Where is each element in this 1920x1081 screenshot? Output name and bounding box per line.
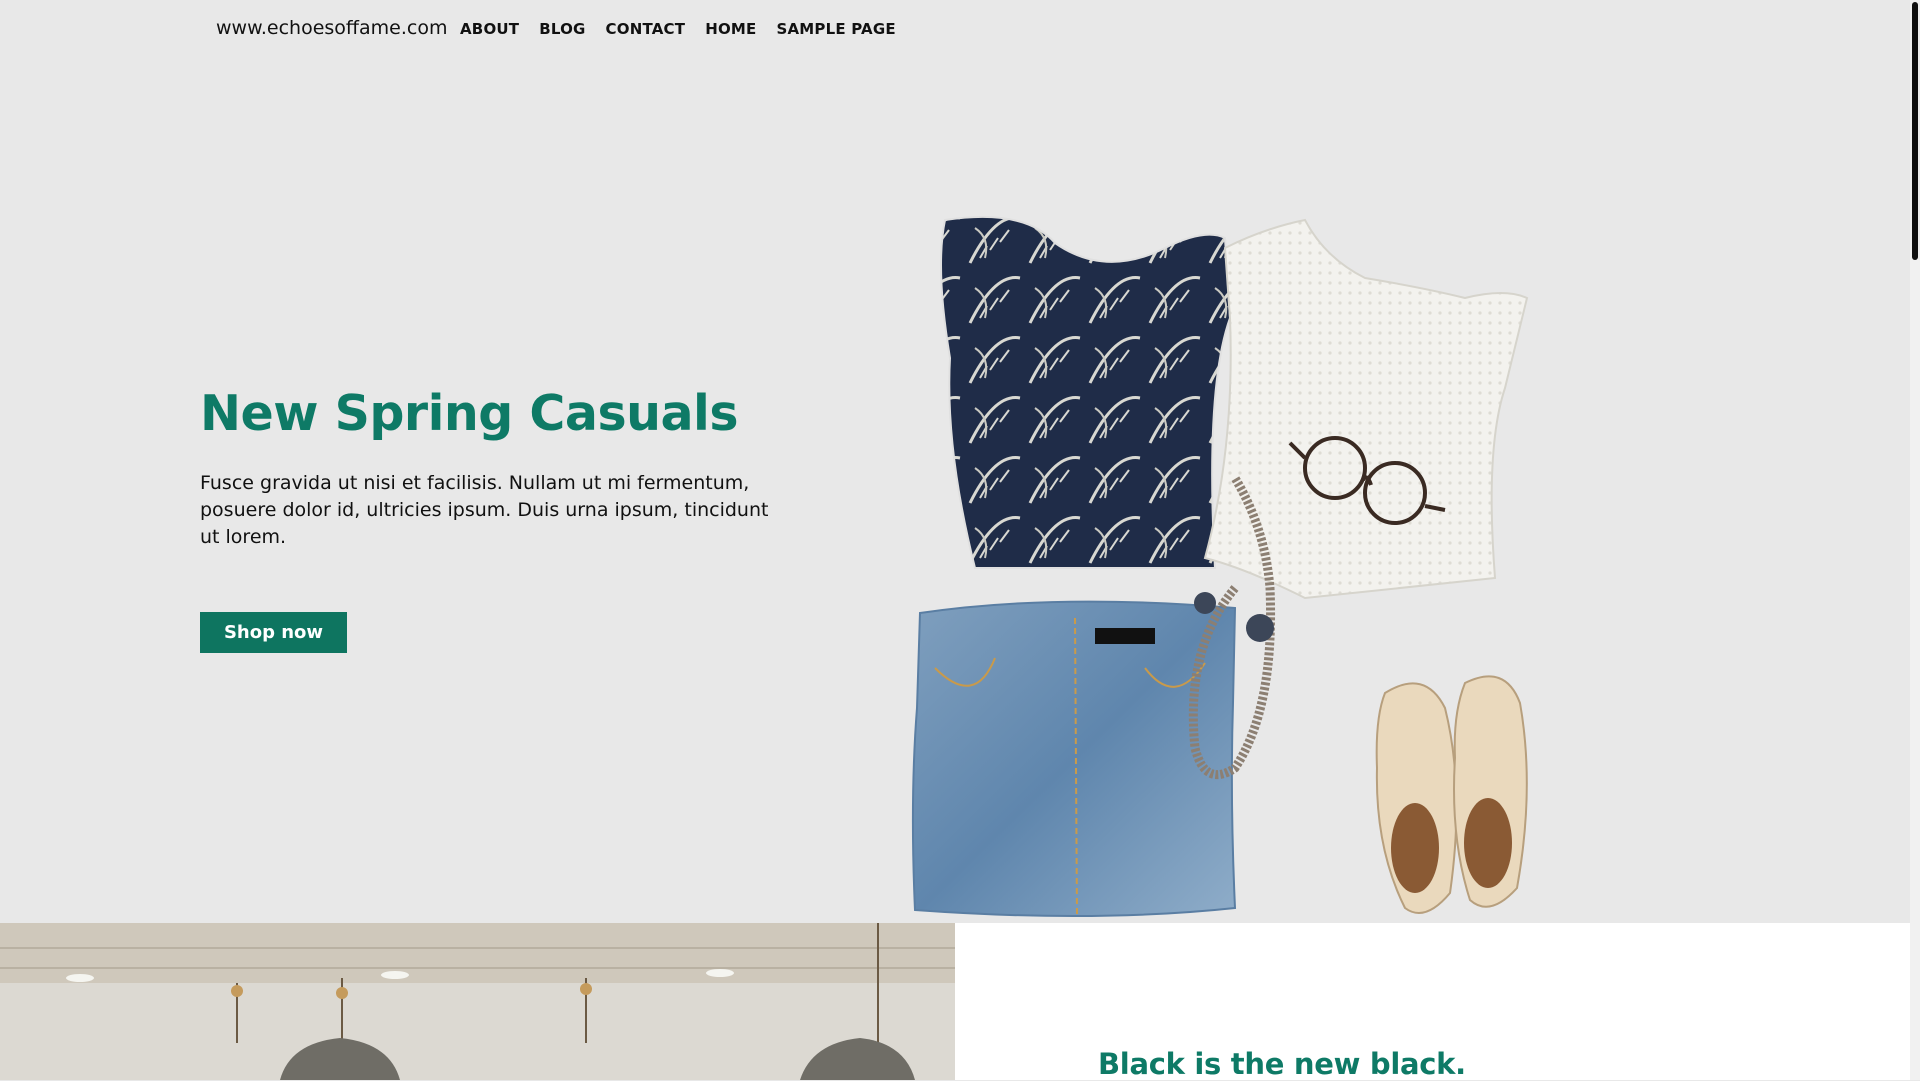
nav-link-about[interactable]: ABOUT [460,20,519,38]
hero-section: New Spring Casuals Fusce gravida ut nisi… [0,58,1910,923]
page: www.echoesoffame.com ABOUT BLOG CONTACT … [0,0,1910,1081]
main-nav: ABOUT BLOG CONTACT HOME SAMPLE PAGE [460,20,916,38]
nav-link-home[interactable]: HOME [705,20,756,38]
nav-link-sample-page[interactable]: SAMPLE PAGE [776,20,895,38]
page-scrollbar[interactable] [1910,0,1920,1080]
promo-title: Black is the new black. [1098,1047,1466,1081]
clothing-flatlay-image [911,215,1529,919]
site-header: www.echoesoffame.com ABOUT BLOG CONTACT … [0,0,1910,58]
nav-link-contact[interactable]: CONTACT [606,20,686,38]
hero-title: New Spring Casuals [200,385,739,442]
shop-now-button[interactable]: Shop now [200,612,347,653]
hero-description: Fusce gravida ut nisi et facilisis. Null… [200,472,769,548]
promo-panel: Black is the new black. [955,923,1910,1081]
scrollbar-thumb[interactable] [1912,2,1918,260]
site-title-link[interactable]: www.echoesoffame.com [216,17,447,39]
nav-link-blog[interactable]: BLOG [539,20,585,38]
store-interior-image [0,923,955,1080]
